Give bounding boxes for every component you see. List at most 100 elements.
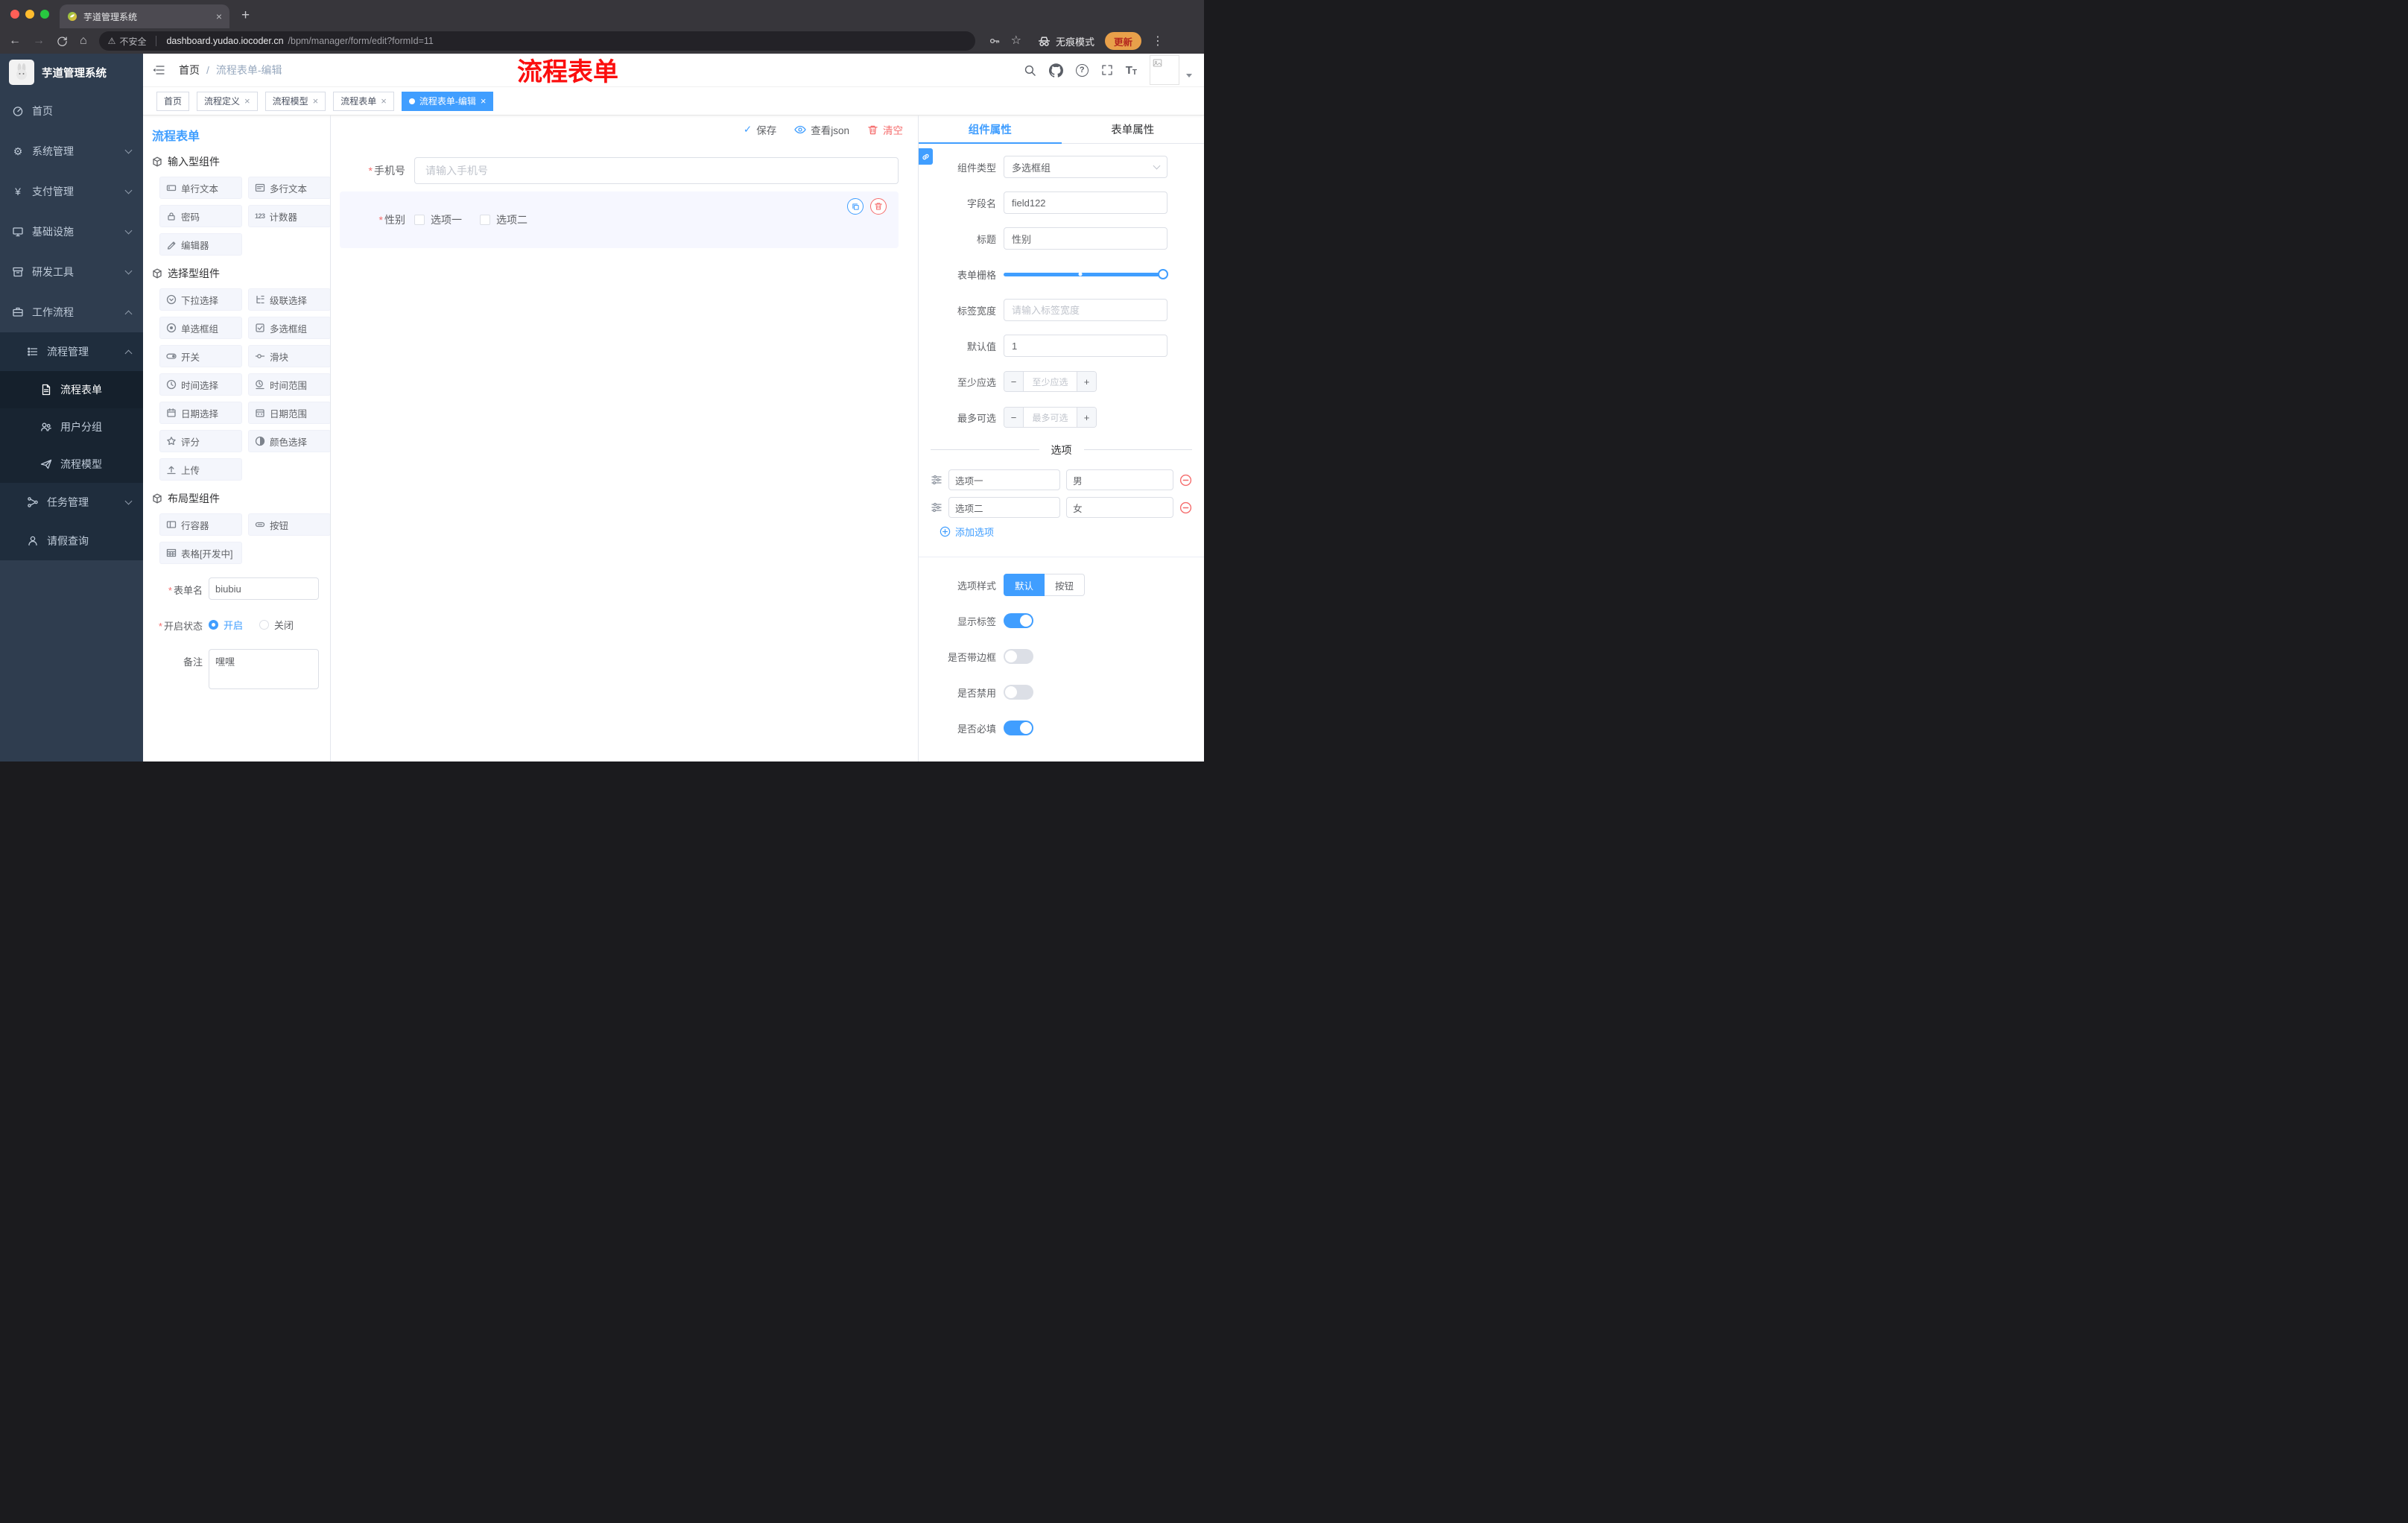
avatar-caret-icon[interactable] <box>1186 73 1192 77</box>
font-size-icon[interactable]: TT <box>1126 64 1137 77</box>
new-tab-button[interactable]: + <box>241 7 250 24</box>
default-value-input[interactable] <box>1004 335 1167 357</box>
option-name-input[interactable] <box>948 497 1061 518</box>
sidebar-item-process-management[interactable]: 流程管理 <box>0 332 143 371</box>
palette-item-editor[interactable]: 编辑器 <box>159 233 242 256</box>
palette-item-checkbox-group[interactable]: 多选框组 <box>248 317 330 339</box>
delete-component-button[interactable] <box>870 198 887 215</box>
drag-handle-icon[interactable] <box>931 474 942 486</box>
sidebar-item-system[interactable]: ⚙ 系统管理 <box>0 131 143 171</box>
palette-item-button[interactable]: 按钮 <box>248 513 330 536</box>
clear-button[interactable]: 清空 <box>867 122 903 137</box>
close-icon[interactable]: × <box>481 96 487 106</box>
sidebar-item-process-form[interactable]: 流程表单 <box>0 371 143 408</box>
reload-icon[interactable] <box>57 36 68 47</box>
tab-component-props[interactable]: 组件属性 <box>919 115 1062 144</box>
palette-item-counter[interactable]: 123 计数器 <box>248 205 330 227</box>
remove-option-icon[interactable] <box>1179 501 1192 514</box>
canvas-field-gender-selected[interactable]: * 性别 选项一 选项二 <box>340 191 899 248</box>
security-status[interactable]: ⚠ 不安全 <box>108 35 147 48</box>
decrease-button[interactable]: − <box>1004 372 1024 391</box>
palette-item-date-picker[interactable]: 日期选择 <box>159 402 242 424</box>
copy-component-button[interactable] <box>847 198 864 215</box>
avatar[interactable] <box>1150 55 1179 85</box>
breadcrumb-home[interactable]: 首页 <box>179 63 200 77</box>
palette-item-slider[interactable]: 滑块 <box>248 345 330 367</box>
browser-menu-icon[interactable]: ⋮ <box>1152 34 1165 48</box>
decrease-button[interactable]: − <box>1004 408 1024 427</box>
palette-item-time-range[interactable]: 时间范围 <box>248 373 330 396</box>
address-bar[interactable]: ⚠ 不安全 dashboard.yudao.iocoder.cn/bpm/man… <box>98 31 975 51</box>
palette-item-date-range[interactable]: 日期范围 <box>248 402 330 424</box>
increase-button[interactable]: + <box>1077 372 1096 391</box>
tag-process-model[interactable]: 流程模型 × <box>264 91 326 111</box>
title-input[interactable] <box>1004 227 1167 250</box>
palette-item-single-line-text[interactable]: 单行文本 <box>159 177 242 199</box>
drag-handle-icon[interactable] <box>931 501 942 513</box>
grid-slider[interactable] <box>1004 263 1168 285</box>
component-type-select[interactable]: 多选框组 <box>1004 156 1167 178</box>
palette-item-textarea[interactable]: 多行文本 <box>248 177 330 199</box>
tag-process-definition[interactable]: 流程定义 × <box>197 91 258 111</box>
password-key-icon[interactable] <box>989 35 1001 47</box>
fullscreen-icon[interactable] <box>1101 64 1113 76</box>
home-icon[interactable]: ⌂ <box>80 35 87 47</box>
sidebar-item-infrastructure[interactable]: 基础设施 <box>0 212 143 252</box>
style-default-button[interactable]: 默认 <box>1004 574 1045 596</box>
back-icon[interactable]: ← <box>9 35 21 47</box>
palette-item-radio-group[interactable]: 单选框组 <box>159 317 242 339</box>
zoom-window-button[interactable] <box>40 10 49 19</box>
remove-option-icon[interactable] <box>1179 474 1192 487</box>
required-toggle[interactable] <box>1004 721 1033 735</box>
close-icon[interactable]: × <box>313 96 319 106</box>
browser-tab[interactable]: 芋道管理系统 × <box>60 4 229 28</box>
github-icon[interactable] <box>1048 63 1063 77</box>
radio-closed[interactable]: 关闭 <box>259 618 294 632</box>
sidebar-item-process-model[interactable]: 流程模型 <box>0 446 143 483</box>
sidebar-item-home[interactable]: 首页 <box>0 91 143 131</box>
palette-item-rate[interactable]: 评分 <box>159 430 242 452</box>
border-toggle[interactable] <box>1004 649 1033 664</box>
sidebar-logo[interactable]: 芋道管理系统 <box>0 54 143 91</box>
gender-checkbox-option1[interactable]: 选项一 <box>414 212 462 227</box>
sidebar-item-devtools[interactable]: 研发工具 <box>0 252 143 292</box>
palette-item-row-container[interactable]: 行容器 <box>159 513 242 536</box>
min-select-placeholder[interactable]: 至少应选 <box>1024 372 1077 391</box>
palette-item-select[interactable]: 下拉选择 <box>159 288 242 311</box>
style-button-button[interactable]: 按钮 <box>1045 574 1086 596</box>
sidebar-item-leave-query[interactable]: 请假查询 <box>0 522 143 560</box>
label-width-input[interactable] <box>1004 299 1167 321</box>
tag-process-form-edit[interactable]: 流程表单-编辑 × <box>401 91 494 111</box>
palette-item-password[interactable]: 密码 <box>159 205 242 227</box>
browser-update-button[interactable]: 更新 <box>1105 32 1142 50</box>
field-name-input[interactable] <box>1004 191 1167 214</box>
slider-track[interactable] <box>1004 269 1168 279</box>
palette-item-cascader[interactable]: 级联选择 <box>248 288 330 311</box>
option-value-input[interactable] <box>1066 497 1173 518</box>
gender-checkbox-option2[interactable]: 选项二 <box>480 212 527 227</box>
show-label-toggle[interactable] <box>1004 613 1033 628</box>
add-option-button[interactable]: 添加选项 <box>940 525 994 539</box>
radio-open[interactable]: 开启 <box>209 618 243 632</box>
tab-form-props[interactable]: 表单属性 <box>1062 115 1205 143</box>
sidebar-item-workflow[interactable]: 工作流程 <box>0 292 143 332</box>
close-icon[interactable]: × <box>381 96 387 106</box>
search-icon[interactable] <box>1024 64 1036 77</box>
sidebar-fold-icon[interactable] <box>152 63 165 77</box>
increase-button[interactable]: + <box>1077 408 1096 427</box>
palette-item-upload[interactable]: 上传 <box>159 458 242 481</box>
bookmark-star-icon[interactable]: ☆ <box>1011 35 1021 47</box>
checkbox-box[interactable] <box>480 215 490 225</box>
link-icon[interactable] <box>919 148 933 165</box>
canvas-field-phone[interactable]: * 手机号 <box>340 157 899 184</box>
sidebar-item-task-management[interactable]: 任务管理 <box>0 483 143 522</box>
max-select-placeholder[interactable]: 最多可选 <box>1024 408 1077 427</box>
palette-item-time-picker[interactable]: 时间选择 <box>159 373 242 396</box>
slider-handle[interactable] <box>1158 269 1168 279</box>
option-value-input[interactable] <box>1066 469 1173 490</box>
option-name-input[interactable] <box>948 469 1061 490</box>
palette-item-switch[interactable]: 开关 <box>159 345 242 367</box>
disabled-toggle[interactable] <box>1004 685 1033 700</box>
save-button[interactable]: ✓ 保存 <box>744 122 776 137</box>
palette-item-color-picker[interactable]: 颜色选择 <box>248 430 330 452</box>
